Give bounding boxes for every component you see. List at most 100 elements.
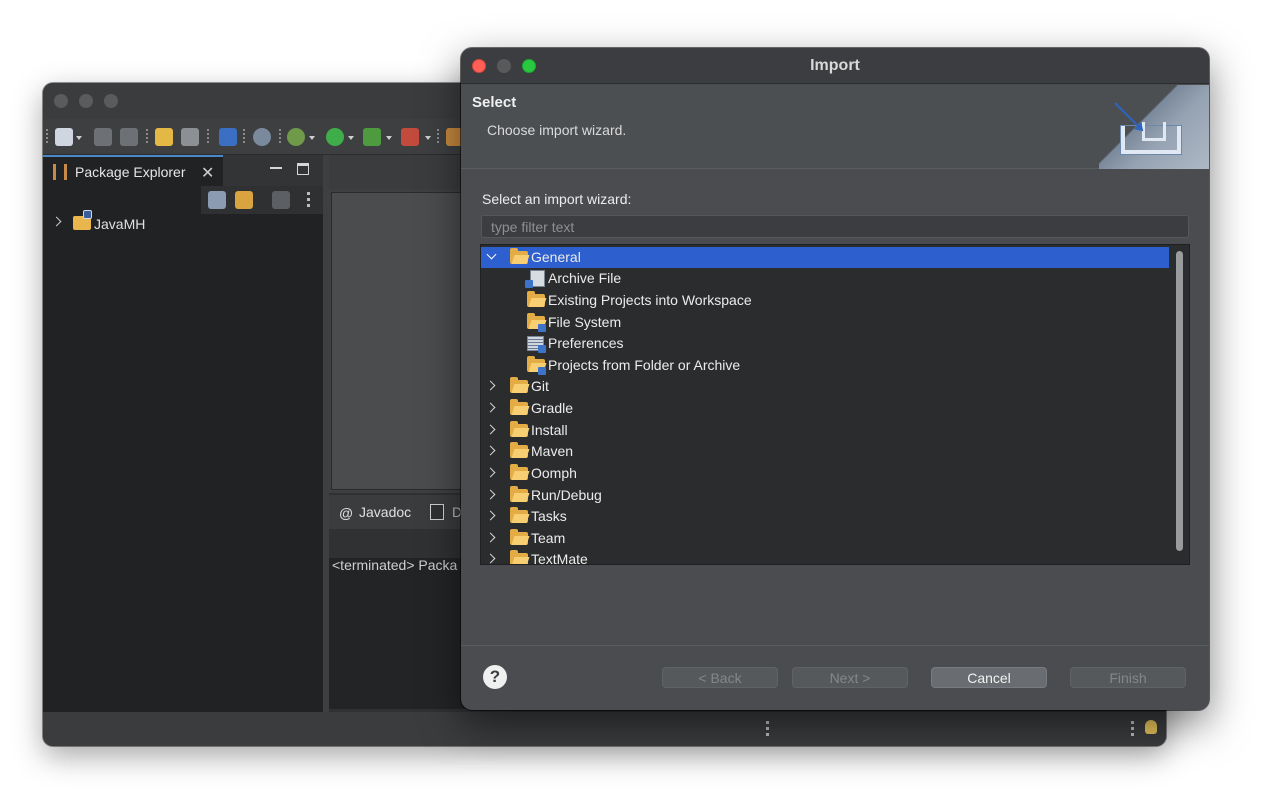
overlay-icon	[538, 324, 546, 332]
folder-icon	[510, 529, 528, 545]
tree-item-label: Git	[531, 378, 549, 394]
folder-icon	[510, 377, 528, 393]
toolbar-separator	[243, 129, 245, 145]
run-dropdown-icon[interactable]	[348, 136, 354, 140]
import-dialog: Import Select Choose import wizard. Sele…	[461, 48, 1209, 710]
filter-icon[interactable]	[272, 191, 290, 209]
filter-input[interactable]	[481, 215, 1189, 238]
tree-item-run-debug[interactable]: Run/Debug	[481, 485, 1169, 506]
debug-icon[interactable]	[287, 128, 305, 146]
cancel-button[interactable]: Cancel	[931, 667, 1047, 688]
collapse-all-icon[interactable]	[208, 191, 226, 209]
package-explorer-tabbar: Package Explorer ✕	[43, 155, 323, 186]
tree-item-tasks[interactable]: Tasks	[481, 506, 1169, 527]
tree-item-textmate[interactable]: TextMate	[481, 549, 1169, 564]
lightbulb-icon[interactable]	[1145, 720, 1157, 734]
tree-item-archive-file[interactable]: Archive File	[481, 268, 1169, 289]
toolbar-separator	[146, 129, 148, 145]
tree-item-general[interactable]: General	[481, 247, 1169, 268]
overlay-icon	[538, 367, 546, 375]
chevron-right-icon[interactable]	[485, 467, 496, 478]
tree-item-projects-from-folder[interactable]: Projects from Folder or Archive	[481, 355, 1169, 376]
help-icon[interactable]: ?	[483, 665, 507, 689]
new-icon[interactable]	[55, 128, 73, 146]
project-label: JavaMH	[94, 216, 146, 232]
run-icon[interactable]	[326, 128, 344, 146]
toolbar-separator	[46, 129, 48, 145]
tree-scrollbar[interactable]	[1169, 245, 1189, 564]
wizard-header: Select Choose import wizard.	[461, 85, 1209, 169]
external-tools-dropdown-icon[interactable]	[425, 136, 431, 140]
tree-item-install[interactable]: Install	[481, 420, 1169, 441]
javadoc-icon: @	[339, 505, 353, 521]
wizard-list-label: Select an import wizard:	[482, 191, 632, 207]
eclipse-zoom-button[interactable]	[104, 94, 118, 108]
chevron-right-icon[interactable]	[485, 424, 496, 435]
new-dropdown-icon[interactable]	[76, 136, 82, 140]
chevron-right-icon[interactable]	[485, 510, 496, 521]
java-project-icon	[73, 210, 92, 230]
tree-item-existing-projects[interactable]: Existing Projects into Workspace	[481, 290, 1169, 311]
save-all-icon[interactable]	[120, 128, 138, 146]
debug-dropdown-icon[interactable]	[309, 136, 315, 140]
back-button[interactable]: < Back	[662, 667, 778, 688]
tree-item-file-system[interactable]: File System	[481, 312, 1169, 333]
chevron-right-icon[interactable]	[485, 489, 496, 500]
minimize-view-icon[interactable]	[270, 167, 282, 169]
tree-item-label: Run/Debug	[531, 487, 602, 503]
tree-item-oomph[interactable]: Oomph	[481, 463, 1169, 484]
tree-item-label: Team	[531, 530, 566, 546]
chevron-right-icon[interactable]	[51, 216, 62, 227]
redo-icon[interactable]	[181, 128, 199, 146]
tree-item-label: Preferences	[548, 335, 624, 351]
archive-file-icon	[525, 270, 545, 288]
folder-icon	[510, 486, 528, 502]
next-button[interactable]: Next >	[792, 667, 908, 688]
undo-icon[interactable]	[155, 128, 173, 146]
tree-item-git[interactable]: Git	[481, 376, 1169, 397]
finish-button[interactable]: Finish	[1070, 667, 1186, 688]
eclipse-close-button[interactable]	[54, 94, 68, 108]
tree-scrollbar-thumb[interactable]	[1176, 251, 1183, 551]
tree-item-label: File System	[548, 314, 622, 330]
status-separator-icon	[1131, 721, 1134, 737]
tree-item-maven[interactable]: Maven	[481, 441, 1169, 462]
chevron-right-icon[interactable]	[485, 380, 496, 391]
wizard-page-title: Select	[472, 94, 517, 111]
skip-breakpoints-icon[interactable]	[253, 128, 271, 146]
coverage-icon[interactable]	[363, 128, 381, 146]
footer-divider	[461, 645, 1209, 646]
console-icon[interactable]	[219, 128, 237, 146]
chevron-right-icon[interactable]	[485, 445, 496, 456]
tree-item-label: Oomph	[531, 465, 577, 481]
tab-javadoc[interactable]: Javadoc	[359, 504, 411, 520]
tree-item-gradle[interactable]: Gradle	[481, 398, 1169, 419]
tree-item-label: Maven	[531, 443, 574, 459]
folder-icon	[510, 399, 528, 415]
tree-item-label: Existing Projects into Workspace	[548, 292, 752, 308]
save-icon[interactable]	[94, 128, 112, 146]
tree-item-label: General	[531, 249, 581, 265]
link-with-editor-icon[interactable]	[235, 191, 253, 209]
view-toolbar	[201, 186, 323, 214]
chevron-right-icon[interactable]	[485, 553, 496, 564]
maximize-view-icon[interactable]	[297, 163, 309, 175]
status-bar	[43, 712, 1166, 746]
chevron-right-icon[interactable]	[485, 532, 496, 543]
chevron-down-icon[interactable]	[486, 249, 497, 260]
existing-projects-icon	[527, 291, 545, 307]
tree-item-team[interactable]: Team	[481, 528, 1169, 549]
console-status-text: <terminated> Packa	[332, 557, 458, 573]
close-icon[interactable]: ✕	[201, 163, 214, 183]
tab-package-explorer[interactable]: Package Explorer ✕	[43, 155, 223, 186]
view-menu-icon[interactable]	[307, 192, 310, 208]
package-explorer-view: Package Explorer ✕ JavaMH	[43, 155, 323, 712]
folder-icon	[510, 442, 528, 458]
folder-icon	[510, 421, 528, 437]
tree-item-preferences[interactable]: Preferences	[481, 333, 1169, 354]
folder-icon	[510, 550, 528, 564]
eclipse-minimize-button[interactable]	[79, 94, 93, 108]
coverage-dropdown-icon[interactable]	[386, 136, 392, 140]
chevron-right-icon[interactable]	[485, 402, 496, 413]
external-tools-icon[interactable]	[401, 128, 419, 146]
